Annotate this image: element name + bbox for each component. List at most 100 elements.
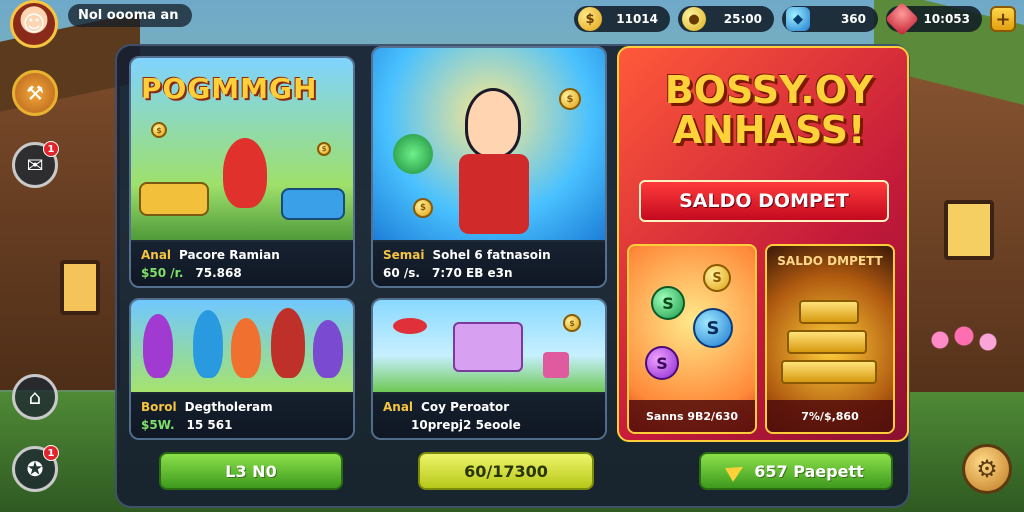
orange-hero-figure <box>231 318 261 378</box>
wallet-button-label: 657 Paepett <box>754 461 864 481</box>
game-card-2[interactable]: $ $ Semai Sohel 6 fatnasoin 60 /s. 7:70 EB… <box>371 46 607 288</box>
gold-bar-icon <box>799 300 859 324</box>
card-2-artwork: $ $ <box>373 48 605 240</box>
card-1-artwork: POGMMGH $ $ <box>131 58 353 240</box>
green-coin-icon: S <box>651 286 685 320</box>
coin-icon: $ <box>317 142 331 156</box>
card-1-title: Pacore Ramian <box>179 248 280 262</box>
card-1-tag: Anal <box>141 248 172 262</box>
currency-value: 10:053 <box>923 12 970 26</box>
red-hero-figure <box>271 308 305 378</box>
blue-hero-figure <box>193 310 223 378</box>
card-2-value: 7:70 EB e3n <box>431 266 513 280</box>
currency-coin[interactable]: ● 25:00 <box>678 6 774 32</box>
game-card-3[interactable]: Borol Degtholeram $5W. 15 561 <box>129 298 355 440</box>
left-house-window <box>60 260 100 315</box>
card-1-info: Anal Pacore Ramian $50 /r. 75.868 <box>131 242 353 286</box>
progress-button[interactable]: 60/17300 <box>418 452 594 490</box>
card-3-tag: Borol <box>141 400 177 414</box>
card-4-title: Coy Peroator <box>421 400 510 414</box>
card-4-info: Anal Coy Peroator 10prepj2 5eoole <box>373 394 605 438</box>
card-2-price: 60 /s. <box>383 266 420 280</box>
send-icon <box>725 460 748 482</box>
promo-panel[interactable]: BOSSY.OY ANHASS! SALDO DOMPET S S S S Sa… <box>617 46 909 442</box>
currency-value: 25:00 <box>723 12 762 26</box>
card-3-price: $5W. <box>141 418 175 432</box>
coins-offer-card[interactable]: S S S S Sanns 9B2/630 <box>627 244 757 434</box>
settings-button[interactable]: ⚙ <box>962 444 1012 494</box>
game-card-1[interactable]: POGMMGH $ $ Anal Pacore Ramian $50 /r. 75.… <box>129 56 355 288</box>
top-bar: ☺ Nol oooma an $ 11014 ● 25:00 ◆ 360 10:… <box>0 0 1024 48</box>
purple-hero-figure <box>143 314 173 378</box>
violet-hero-figure <box>313 320 343 378</box>
coins-offer-caption: Sanns 9B2/630 <box>629 400 755 432</box>
gold-chest-icon: $ <box>578 7 602 31</box>
card-3-info: Borol Degtholeram $5W. 15 561 <box>131 394 353 438</box>
hero-head-figure <box>465 88 521 158</box>
card-3-title: Degtholeram <box>184 400 273 414</box>
gold-bar-icon <box>781 360 877 384</box>
card-3-artwork <box>131 300 353 392</box>
gold-offer-label: SALDO DMPETT <box>777 254 883 268</box>
gear-icon: ⚙ <box>976 455 998 483</box>
main-panel: POGMMGH $ $ Anal Pacore Ramian $50 /r. 75.… <box>115 44 910 508</box>
home-icon: ⌂ <box>28 385 42 409</box>
add-currency-button[interactable]: + <box>990 6 1016 32</box>
card-1-banner: POGMMGH <box>141 72 318 105</box>
card-4-value: 10prepj2 5eoole <box>411 418 521 432</box>
player-profile[interactable]: ☺ Nol oooma an <box>10 0 193 48</box>
card-1-value: 75.868 <box>195 266 242 280</box>
card-2-info: Semai Sohel 6 fatnasoin 60 /s. 7:70 EB e3n <box>373 242 605 286</box>
pink-block-figure <box>543 352 569 378</box>
red-chip-figure <box>393 318 427 334</box>
card-2-title: Sohel 6 fatnasoin <box>432 248 551 262</box>
face-icon: ☺ <box>22 11 46 37</box>
currency-value: 11014 <box>616 12 658 26</box>
blue-coin-icon: S <box>693 308 733 348</box>
rewards-button[interactable]: ✪ 1 <box>12 445 59 492</box>
gold-bar-icon <box>787 330 867 354</box>
hammer-tool-button[interactable]: ⚒ <box>12 70 58 116</box>
ruby-icon <box>885 2 919 36</box>
home-button[interactable]: ⌂ <box>12 374 58 420</box>
level-button-label: L3 N0 <box>225 461 277 481</box>
rewards-notification-badge: 1 <box>43 445 59 461</box>
promo-ribbon: SALDO DOMPET <box>639 180 889 222</box>
red-hero-figure <box>223 138 267 208</box>
plus-icon: + <box>995 8 1011 30</box>
currency-gem[interactable]: ◆ 360 <box>782 6 878 32</box>
gold-offer-caption: 7%/$,860 <box>767 400 893 432</box>
purple-blocks-figure <box>453 322 523 372</box>
game-card-4[interactable]: $ Anal Coy Peroator 10prepj2 5eoole <box>371 298 607 440</box>
wallet-button[interactable]: 657 Paepett <box>699 452 893 490</box>
level-button[interactable]: L3 N0 <box>159 452 343 490</box>
green-chip-figure <box>393 134 433 174</box>
blue-car-figure <box>281 188 345 220</box>
chat-bubble-icon: ✉ <box>26 153 44 177</box>
currency-ruby[interactable]: 10:053 <box>885 2 982 36</box>
chat-button[interactable]: ✉ 1 <box>12 141 59 188</box>
gold-offer-card[interactable]: SALDO DMPETT 7%/$,860 <box>765 244 895 434</box>
flower-bed <box>924 320 1004 360</box>
coin-icon: $ <box>151 122 167 138</box>
yellow-car-figure <box>139 182 209 216</box>
progress-button-label: 60/17300 <box>464 461 548 481</box>
chat-notification-badge: 1 <box>43 141 59 157</box>
card-2-tag: Semai <box>383 248 425 262</box>
gold-coin-icon: S <box>703 264 731 292</box>
trophy-icon: ✪ <box>26 457 44 481</box>
left-house <box>0 70 120 390</box>
purple-coin-icon: S <box>645 346 679 380</box>
promo-title: BOSSY.OY ANHASS! <box>664 68 874 152</box>
card-3-value: 15 561 <box>186 418 233 432</box>
coin-icon: $ <box>563 314 581 332</box>
card-1-price: $50 /r. <box>141 266 184 280</box>
currency-gold-chest[interactable]: $ 11014 <box>574 6 670 32</box>
player-name: Nol oooma an <box>68 3 193 27</box>
card-4-artwork: $ <box>373 300 605 392</box>
right-house-window <box>944 200 994 260</box>
currency-bar: $ 11014 ● 25:00 ◆ 360 10:053 + <box>574 2 1016 36</box>
gem-icon: ◆ <box>786 7 810 31</box>
hammer-icon: ⚒ <box>26 81 44 105</box>
player-avatar[interactable]: ☺ <box>10 0 58 48</box>
